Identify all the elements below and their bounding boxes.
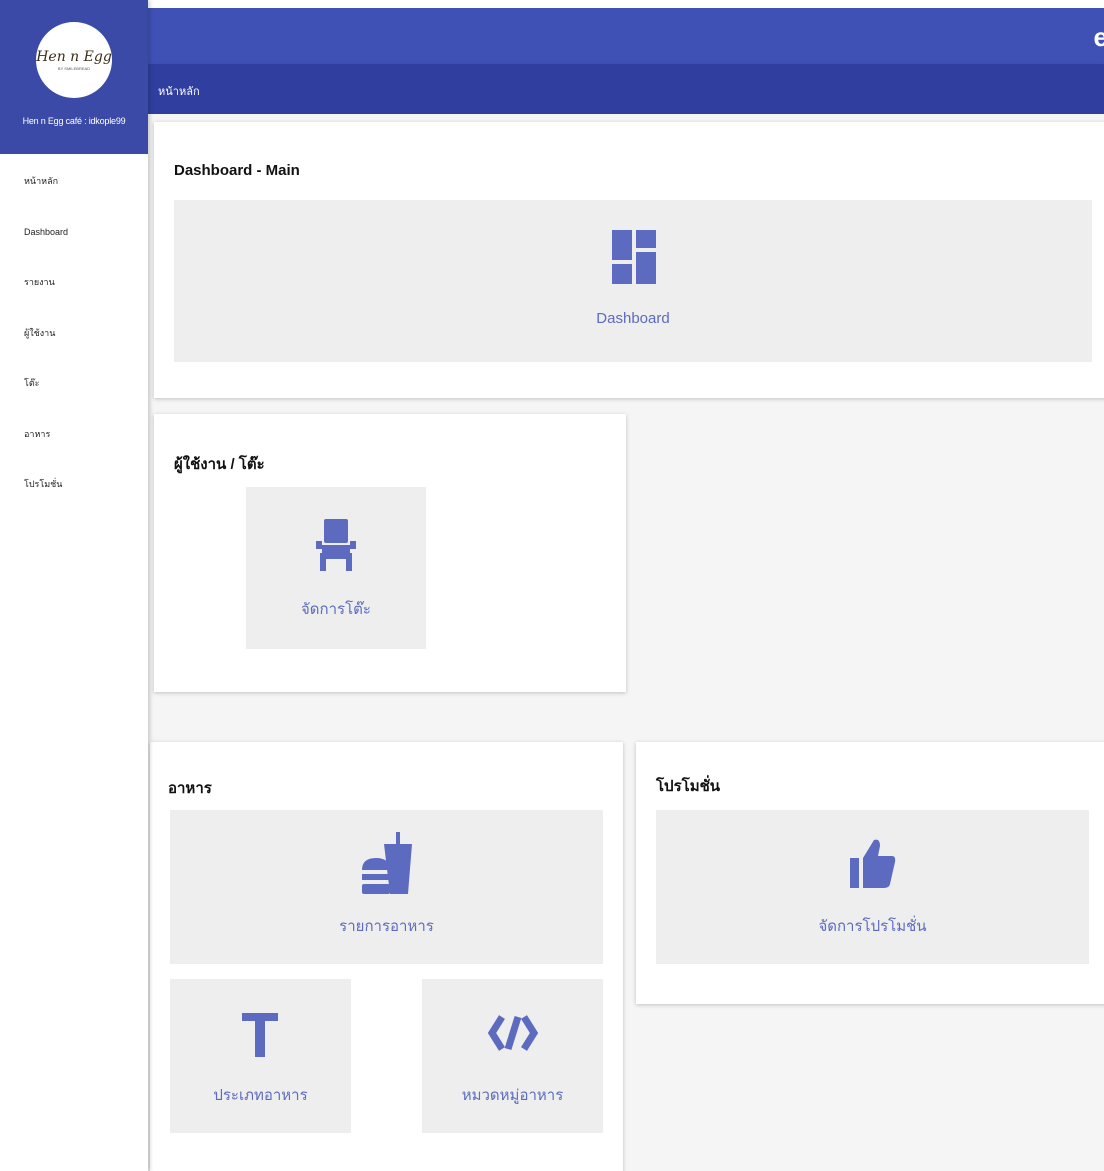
card-title: โปรโมชั่น: [656, 778, 721, 795]
dashboard-tile[interactable]: Dashboard: [174, 200, 1092, 362]
food-type-label: ประเภทอาหาร: [213, 1087, 308, 1104]
sidebar-item-users[interactable]: ผู้ใช้งาน: [0, 324, 148, 375]
logo-text: Hen n Egg: [36, 49, 112, 65]
card-title: Dashboard - Main: [174, 162, 300, 179]
text-t-icon: [242, 1013, 278, 1057]
promotion-card: โปรโมชั่น จัดการโปรโมชั่น: [636, 742, 1104, 1004]
food-card: อาหาร รายการอาหาร ประเภทอาหาร หมวดหมู่อา…: [150, 742, 623, 1171]
thumb-up-icon: [850, 839, 896, 888]
food-category-tile[interactable]: หมวดหมู่อาหาร: [422, 979, 603, 1133]
users-tables-card: ผู้ใช้งาน / โต๊ะ จัดการโต๊ะ: [154, 414, 626, 692]
logo-subtext: BY SMILEBREAD: [57, 66, 91, 71]
top-app-bar: e: [148, 8, 1104, 64]
manage-tables-label: จัดการโต๊ะ: [301, 601, 371, 618]
manage-promotion-tile[interactable]: จัดการโปรโมชั่น: [656, 810, 1089, 964]
main-content: Dashboard - Main Dashboard ผู้ใช้งาน / โ…: [148, 114, 1104, 1171]
code-icon: [488, 1015, 538, 1051]
sidebar-item-report[interactable]: รายงาน: [0, 273, 148, 324]
sidebar-item-dashboard[interactable]: Dashboard: [0, 223, 148, 274]
sidebar-header: Hen n Egg BY SMILEBREAD Hen n Egg café :…: [0, 0, 148, 154]
topbar-letter[interactable]: e: [1094, 22, 1104, 53]
manage-promotion-label: จัดการโปรโมชั่น: [818, 918, 927, 935]
sidebar-item-food[interactable]: อาหาร: [0, 425, 148, 476]
sidebar-item-tables[interactable]: โต๊ะ: [0, 374, 148, 425]
food-category-label: หมวดหมู่อาหาร: [461, 1087, 564, 1104]
dashboard-icon: [612, 230, 656, 284]
sidebar-nav: หน้าหลัก Dashboard รายงาน ผู้ใช้งาน โต๊ะ…: [0, 154, 148, 526]
food-list-label: รายการอาหาร: [339, 918, 434, 935]
sidebar-item-home[interactable]: หน้าหลัก: [0, 172, 148, 223]
chair-icon: [316, 519, 356, 571]
user-label: Hen n Egg café : idkople99: [22, 116, 126, 126]
food-list-tile[interactable]: รายการอาหาร: [170, 810, 603, 964]
dashboard-tile-label: Dashboard: [596, 310, 670, 327]
dashboard-card: Dashboard - Main Dashboard: [154, 122, 1104, 398]
card-title: ผู้ใช้งาน / โต๊ะ: [174, 456, 265, 473]
food-type-tile[interactable]: ประเภทอาหาร: [170, 979, 351, 1133]
sidebar-item-promotion[interactable]: โปรโมชั่น: [0, 475, 148, 526]
manage-tables-tile[interactable]: จัดการโต๊ะ: [246, 487, 426, 649]
breadcrumb[interactable]: หน้าหลัก: [158, 82, 200, 100]
card-title: อาหาร: [168, 780, 212, 797]
sidebar: Hen n Egg BY SMILEBREAD Hen n Egg café :…: [0, 0, 148, 1171]
breadcrumb-bar: หน้าหลัก: [148, 64, 1104, 114]
fastfood-icon: [362, 832, 412, 894]
brand-logo[interactable]: Hen n Egg BY SMILEBREAD: [36, 22, 112, 98]
